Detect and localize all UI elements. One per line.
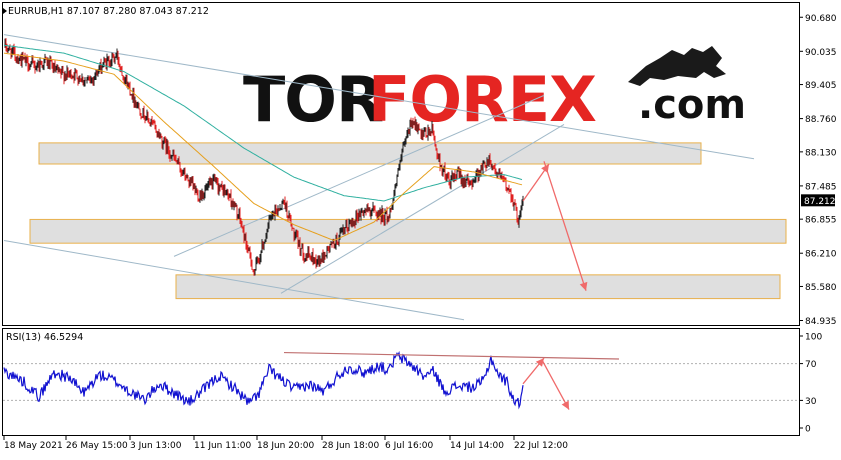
y-tick-label: 87.485 [805,182,837,192]
y-tick-label: 86.855 [805,216,837,226]
zone-1 [38,142,702,165]
x-tick-label: 22 Jul 12:00 [514,441,568,451]
rsi-y-tick-label: 70 [805,360,817,370]
x-tick-label: 18 May 2021 [4,441,63,451]
zone-2 [29,218,787,244]
x-tick-label: 11 Jun 11:00 [194,441,251,451]
current-price-tag: 87.212 [801,194,836,207]
watermark-tor: TOR [243,63,383,136]
watermark-com: .com [638,82,746,128]
chart-window: TOR FOREX .com 90.680 90.035 89.405 88.760 8… [0,0,841,456]
x-tick-label: 26 May 15:00 [66,441,128,451]
rsi-y-tick-label: 30 [805,397,817,407]
y-tick-label: 85.580 [805,283,837,293]
rsi-plot-frame [2,328,800,436]
current-price-label: 87.212 [804,197,836,207]
x-tick-label: 18 Jun 20:00 [257,441,314,451]
rsi-y-tick-label: 0 [805,425,811,435]
rsi-axis: 100 70 30 0 [799,333,822,435]
zone-3 [175,274,781,300]
x-tick-label: 6 Jul 16:00 [385,441,434,451]
x-tick-label: 3 Jun 13:00 [130,441,182,451]
x-tick-label: 14 Jul 14:00 [450,441,504,451]
y-tick-label: 84.935 [805,317,837,327]
y-tick-label: 86.210 [805,250,837,260]
y-tick-label: 90.035 [805,48,837,58]
price-axis: 90.680 90.035 89.405 88.760 88.130 87.485 86.8… [799,14,837,327]
y-tick-label: 88.760 [805,115,837,125]
symbol-header: EURRUB,H1 87.107 87.280 87.043 87.212 [8,6,209,17]
chart-canvas: TOR FOREX .com 90.680 90.035 89.405 88.760 8… [2,2,837,451]
time-axis: 18 May 2021 26 May 15:00 3 Jun 13:00 11 Jun… [3,436,568,451]
rsi-y-tick-label: 100 [805,333,822,343]
y-tick-label: 88.130 [805,148,837,158]
y-tick-label: 89.405 [805,81,837,91]
x-tick-label: 28 Jun 18:00 [322,441,379,451]
rsi-header: RSI(13) 46.5294 [6,332,83,343]
watermark-forex: FOREX [368,63,596,136]
y-tick-label: 90.680 [805,14,837,24]
